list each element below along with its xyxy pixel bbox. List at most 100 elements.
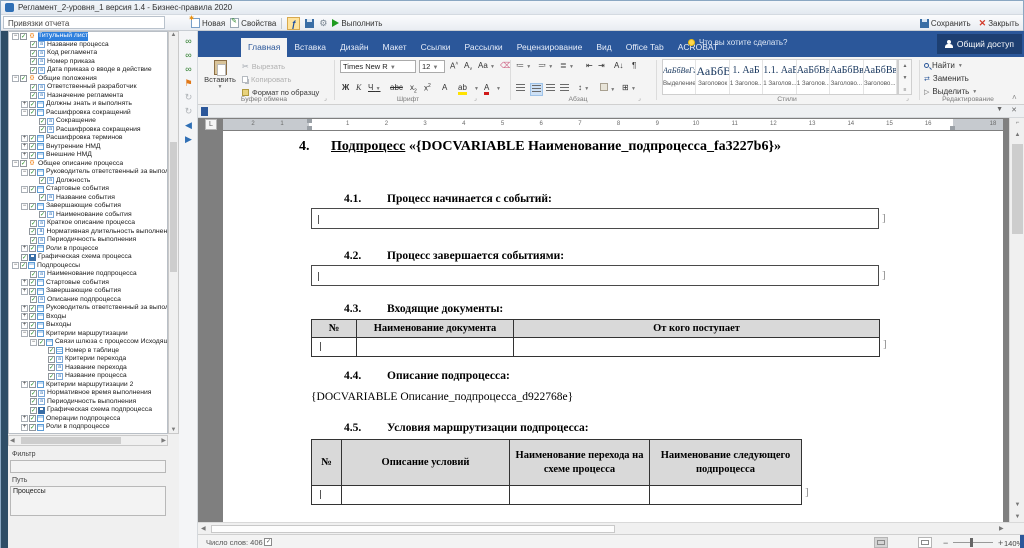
tree-item[interactable]: aНазвание перехода	[9, 364, 167, 373]
tree-item[interactable]: − Расшифровка сокращений	[9, 109, 167, 118]
style-item[interactable]: 1. АаБ 1 Заголов...	[730, 60, 764, 94]
checkbox[interactable]	[30, 398, 37, 407]
tree-item[interactable]: aДата приказа о вводе в действие	[9, 66, 167, 75]
tree-item[interactable]: aНазначение регламента	[9, 92, 167, 101]
tabbar-close-icon[interactable]: ✕	[1011, 106, 1017, 114]
checkbox[interactable]	[29, 228, 37, 237]
collapse-icon[interactable]: −	[21, 109, 28, 117]
expand-icon[interactable]: +	[21, 415, 28, 423]
tree-item[interactable]: + Завершающие события	[9, 287, 167, 296]
tell-me-box[interactable]: Что вы хотите сделать?	[688, 38, 787, 47]
checkbox[interactable]	[48, 347, 55, 356]
strikethrough-icon[interactable]: abc	[390, 83, 403, 92]
zoom-slider-track[interactable]	[953, 542, 993, 543]
tree-item[interactable]: + Руководитель ответственный за выполнени…	[9, 304, 167, 313]
highlight-color-icon[interactable]: ab	[458, 83, 467, 95]
scroll-left-icon[interactable]: ◀	[10, 437, 15, 444]
checkbox[interactable]	[38, 338, 45, 347]
sort-icon[interactable]: А↓	[614, 61, 623, 70]
tree-vscroll-thumb[interactable]	[170, 142, 177, 272]
tree-item[interactable]: aНормативная длительность выполнения	[9, 228, 167, 237]
font-launcher-icon[interactable]: ⌟	[474, 95, 477, 102]
clipboard-launcher-icon[interactable]: ⌟	[324, 95, 327, 102]
tree-item[interactable]: Номер в таблице	[9, 347, 167, 356]
tree-item[interactable]: aКод регламента	[9, 49, 167, 58]
properties-button[interactable]: Свойства	[230, 17, 276, 28]
tree-item[interactable]: − {}Титульный лист	[9, 32, 167, 41]
find-button[interactable]: Найти ▼	[924, 61, 963, 70]
checkbox[interactable]	[29, 304, 36, 313]
scroll-right-icon[interactable]: ▶	[999, 525, 1004, 532]
tree-item[interactable]: + Операции подпроцесса	[9, 415, 167, 424]
expand-icon[interactable]: +	[21, 151, 28, 159]
align-left-icon[interactable]	[516, 84, 525, 93]
expand-icon[interactable]: +	[21, 313, 28, 321]
tree-item[interactable]: + Внутренние НМД	[9, 143, 167, 152]
tree-item[interactable]: − Стартовые события	[9, 185, 167, 194]
style-item[interactable]: АаБбВ Заголовок	[696, 60, 730, 94]
highlight-dropdown-icon[interactable]: ▼	[474, 83, 479, 92]
tree-item[interactable]: aПериодичность выполнения	[9, 398, 167, 407]
collapse-icon[interactable]: −	[21, 185, 28, 193]
next-icon[interactable]: ▶	[182, 133, 195, 145]
print-layout-view-icon[interactable]	[874, 537, 888, 548]
checkbox[interactable]	[39, 177, 46, 186]
doc-vscroll-thumb[interactable]	[1012, 144, 1023, 234]
collapse-icon[interactable]: −	[30, 338, 37, 346]
expand-icon[interactable]: +	[21, 134, 28, 142]
tab-рецензирование[interactable]: Рецензирование	[510, 38, 590, 57]
tab-рассылки[interactable]: Рассылки	[458, 38, 510, 57]
expand-icon[interactable]: +	[21, 423, 28, 431]
checkbox[interactable]	[30, 92, 37, 101]
checkbox[interactable]	[20, 160, 27, 169]
doc-table-data-row[interactable]	[311, 485, 802, 505]
checkbox[interactable]	[30, 58, 37, 67]
run-button[interactable]: Выполнить	[332, 19, 382, 28]
expand-icon[interactable]: +	[21, 304, 28, 312]
checkbox[interactable]	[20, 262, 27, 271]
expand-icon[interactable]: +	[21, 245, 28, 253]
checkbox[interactable]	[30, 49, 37, 58]
style-item[interactable]: АаБбВвГг Выделение	[663, 60, 697, 94]
first-line-indent-marker[interactable]	[307, 119, 312, 123]
search-icon[interactable]: ∞	[182, 49, 195, 61]
zoom-slider-thumb[interactable]	[970, 538, 973, 547]
replace-button[interactable]: ⇄ Заменить	[924, 74, 969, 83]
tree-item[interactable]: aНазвание процесса	[9, 41, 167, 50]
checkbox[interactable]	[20, 75, 27, 84]
collapse-icon[interactable]: −	[21, 330, 28, 338]
tree-item[interactable]: aРасшифровка сокращения	[9, 126, 167, 135]
paragraph-mark-icon[interactable]: ¶	[632, 61, 636, 70]
checkbox[interactable]	[30, 219, 37, 228]
tree-item[interactable]: aНомер приказа	[9, 58, 167, 67]
checkbox[interactable]	[29, 423, 36, 432]
tree-item[interactable]: aНормативное время выполнения	[9, 389, 167, 398]
checkbox[interactable]	[29, 109, 36, 118]
checkbox[interactable]	[48, 355, 55, 364]
scroll-down-icon[interactable]: ▼	[169, 427, 178, 433]
checkbox[interactable]	[21, 253, 28, 262]
font-color-icon[interactable]: А	[484, 83, 490, 95]
tree-item[interactable]: + Внешние НМД	[9, 151, 167, 160]
expand-icon[interactable]: +	[21, 287, 28, 295]
checkbox[interactable]	[30, 41, 37, 50]
grow-font-icon[interactable]: A˄	[450, 61, 458, 71]
new-button[interactable]: Новая	[189, 15, 225, 28]
ruler[interactable]: 2 1 1 2 3 4 5 6 7 8 9 10 11 12 13 14 15 16 18	[223, 119, 1003, 130]
tree-item[interactable]: + Входы	[9, 313, 167, 322]
tree-item[interactable]: + Выходы	[9, 321, 167, 330]
proofing-icon[interactable]	[264, 538, 272, 546]
checkbox[interactable]	[29, 185, 36, 194]
checkbox[interactable]	[30, 236, 37, 245]
tree-item[interactable]: Графическая схема подпроцесса	[9, 406, 167, 415]
share-button[interactable]: Общий доступ	[936, 34, 1022, 54]
expand-icon[interactable]: +	[21, 321, 28, 329]
scroll-up-icon[interactable]: ▲	[169, 32, 178, 38]
tabbar-dropdown-icon[interactable]: ▼	[996, 106, 1003, 113]
checkbox[interactable]	[39, 194, 46, 203]
italic-icon[interactable]: К	[356, 83, 361, 92]
paragraph-launcher-icon[interactable]: ⌟	[638, 95, 641, 102]
tree-item[interactable]: + Расшифровка терминов	[9, 134, 167, 143]
tree-item[interactable]: aОтветственный разработчик	[9, 83, 167, 92]
checkbox[interactable]	[39, 126, 46, 135]
